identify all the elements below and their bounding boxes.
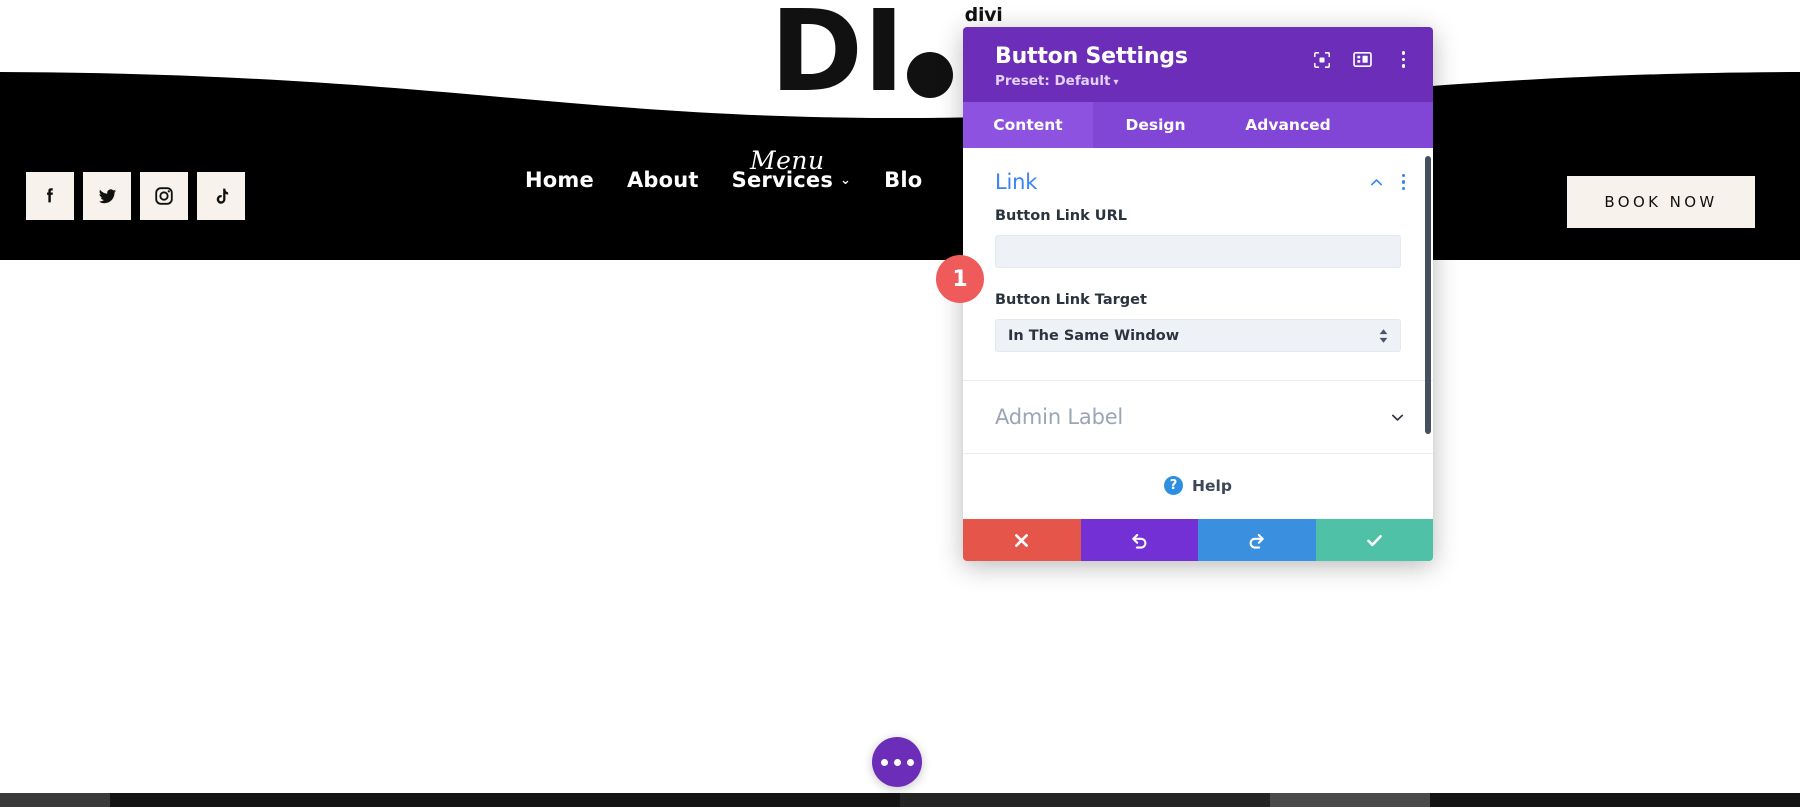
nav-link-blog[interactable]: Blo <box>884 168 922 192</box>
modal-title-group: Button Settings Preset: Default ▾ <box>995 44 1188 89</box>
logo-word-line-1: divi <box>964 4 1003 26</box>
nav-link-list: Home About Services ⌄ Blo <box>525 168 922 192</box>
button-link-target-value: In The Same Window <box>1008 327 1180 344</box>
social-links <box>26 172 245 220</box>
book-now-button[interactable]: BOOK NOW <box>1567 176 1755 228</box>
field-button-link-url-label: Button Link URL <box>995 208 1127 224</box>
modal-title: Button Settings <box>995 44 1188 69</box>
nav-link-home[interactable]: Home <box>525 168 594 192</box>
help-label: Help <box>1192 476 1232 495</box>
logo-dot-icon <box>906 52 953 98</box>
tab-content-label: Content <box>993 116 1063 134</box>
twitter-icon <box>98 188 116 203</box>
save-button[interactable] <box>1315 519 1433 561</box>
section-admin-label-header[interactable]: Admin Label <box>963 381 1433 453</box>
tiktok-icon <box>216 188 228 204</box>
nav-link-blog-label: Blo <box>884 168 923 192</box>
field-button-link-url: Button Link URL <box>963 208 1433 268</box>
bottom-bar-segment-5 <box>1430 793 1800 807</box>
layout-panel-icon[interactable] <box>1353 50 1372 69</box>
modal-tab-bar: Content Design Advanced <box>963 102 1433 148</box>
modal-scrollbar[interactable] <box>1425 156 1431 434</box>
close-icon <box>1015 533 1029 547</box>
logo-letter-d: D <box>770 0 863 117</box>
button-link-url-input[interactable] <box>995 235 1401 268</box>
modal-preset-selector[interactable]: Preset: Default ▾ <box>995 73 1188 89</box>
step-badge-1: 1 <box>936 255 984 303</box>
fab-dot-3 <box>906 758 914 766</box>
bottom-bar-segment-4 <box>1270 793 1430 807</box>
tab-advanced[interactable]: Advanced <box>1218 102 1358 148</box>
social-link-instagram[interactable] <box>140 172 188 220</box>
check-icon <box>1366 534 1382 546</box>
help-row[interactable]: ? Help <box>963 453 1433 519</box>
fab-dot-1 <box>880 758 888 766</box>
instagram-icon <box>155 187 173 205</box>
cancel-button[interactable] <box>963 519 1081 561</box>
screen-root: D I divi int de <box>0 0 1800 807</box>
social-link-facebook[interactable] <box>26 172 74 220</box>
step-badge-number: 1 <box>952 266 968 292</box>
chevron-down-icon: ⌄ <box>840 172 852 188</box>
stepper-arrows-icon <box>1379 328 1388 343</box>
redo-button[interactable] <box>1198 519 1316 561</box>
tab-design-label: Design <box>1125 116 1186 134</box>
logo-letter-i: I <box>862 0 905 117</box>
fullscreen-icon[interactable] <box>1312 50 1331 69</box>
undo-button[interactable] <box>1080 519 1198 561</box>
undo-icon <box>1131 533 1147 549</box>
nav-link-home-label: Home <box>525 168 594 192</box>
field-button-link-target: Button Link Target In The Same Window <box>963 292 1433 352</box>
modal-header-actions <box>1312 50 1413 69</box>
section-link-title: Link <box>995 170 1038 194</box>
bottom-bar-segment-2 <box>110 793 900 807</box>
tab-content[interactable]: Content <box>963 102 1093 148</box>
nav-script-label: Menu <box>750 146 825 175</box>
modal-header: Button Settings Preset: Default ▾ <box>963 27 1433 102</box>
button-link-target-select[interactable]: In The Same Window <box>995 319 1401 352</box>
tab-advanced-label: Advanced <box>1245 116 1331 134</box>
fab-dot-2 <box>893 758 901 766</box>
nav-link-about-label: About <box>626 168 699 192</box>
modal-footer <box>963 519 1433 561</box>
help-icon: ? <box>1164 476 1184 495</box>
section-admin-label-title: Admin Label <box>995 405 1124 429</box>
redo-icon <box>1249 533 1265 549</box>
bottom-status-bar <box>0 793 1800 807</box>
field-button-link-target-label: Button Link Target <box>995 292 1147 308</box>
chevron-down-icon[interactable] <box>1390 410 1405 425</box>
more-options-fab[interactable] <box>872 737 922 787</box>
nav-link-about[interactable]: About <box>627 168 699 192</box>
section-link-controls <box>1369 173 1405 191</box>
bottom-bar-segment-3 <box>900 793 1270 807</box>
primary-navigation: Menu Home About Services ⌄ Blo <box>525 146 922 192</box>
modal-body: Link Button Link URL Button Link Target <box>963 148 1433 519</box>
section-link-overflow-menu-icon[interactable] <box>1401 173 1405 191</box>
section-link-header[interactable]: Link <box>963 148 1433 208</box>
chevron-down-icon: ▾ <box>1113 77 1119 88</box>
button-settings-modal: Button Settings Preset: Default ▾ Conten… <box>963 27 1433 561</box>
social-link-tiktok[interactable] <box>197 172 245 220</box>
book-now-label: BOOK NOW <box>1604 193 1718 211</box>
bottom-bar-segment-1 <box>0 793 110 807</box>
chevron-up-icon[interactable] <box>1369 175 1384 190</box>
overflow-menu-icon[interactable] <box>1394 50 1413 69</box>
social-link-twitter[interactable] <box>83 172 131 220</box>
modal-preset-label: Preset: Default <box>995 73 1111 89</box>
tab-design[interactable]: Design <box>1093 102 1218 148</box>
facebook-icon <box>47 188 53 203</box>
